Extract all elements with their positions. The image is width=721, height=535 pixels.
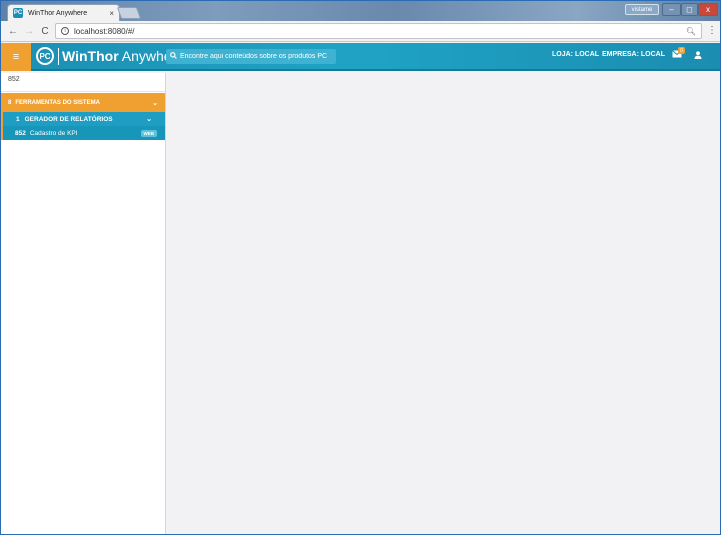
reload-icon[interactable]: C bbox=[39, 25, 51, 37]
menu-subgroup-label: GERADOR DE RELATÓRIOS bbox=[24, 115, 113, 123]
url-text[interactable]: localhost:8080/#/ bbox=[74, 27, 686, 36]
store-selector[interactable]: LOJA: LOCAL bbox=[552, 51, 599, 58]
close-window-button[interactable]: x bbox=[698, 3, 718, 16]
menu-item-cadastro-kpi[interactable]: 852 Cadastro de KPI WEB bbox=[1, 126, 165, 140]
address-bar: ← → C i localhost:8080/#/ 🔍︎ ⋮ bbox=[1, 21, 720, 42]
app-header: ≡ PC WinThor Anywhere LOJA: LOCAL EMPRES… bbox=[1, 43, 720, 71]
info-icon[interactable]: i bbox=[61, 27, 69, 35]
menu-group-ferramentas[interactable]: 8 FERRAMENTAS DO SISTEMA ⌄ bbox=[1, 93, 165, 112]
menu-item-label: Cadastro de KPI bbox=[29, 129, 78, 137]
tab-title: WinThor Anywhere bbox=[28, 9, 88, 17]
zoom-icon[interactable]: 🔍︎ bbox=[686, 27, 696, 36]
menu-subgroup-gerador[interactable]: 1 GERADOR DE RELATÓRIOS ⌄ bbox=[1, 112, 165, 126]
forward-arrow-icon[interactable]: → bbox=[23, 25, 35, 37]
chevron-down-icon: ⌄ bbox=[152, 99, 158, 107]
winthor-favicon-icon: PC bbox=[13, 8, 23, 18]
routine-search-input[interactable]: 852 bbox=[1, 73, 165, 92]
minimize-button[interactable]: – bbox=[662, 3, 681, 16]
browser-menu-icon[interactable]: ⋮ bbox=[707, 25, 717, 36]
menu-group-label: FERRAMENTAS DO SISTEMA bbox=[15, 99, 100, 106]
hamburger-menu-icon[interactable]: ≡ bbox=[1, 43, 31, 71]
browser-tab[interactable]: PC WinThor Anywhere × bbox=[7, 4, 120, 21]
profile-badge[interactable]: vistame bbox=[625, 4, 659, 15]
url-field[interactable]: i localhost:8080/#/ 🔍︎ bbox=[55, 23, 702, 39]
content-search[interactable] bbox=[166, 49, 336, 64]
title-bar: PC WinThor Anywhere × vistame – ◻ x bbox=[1, 1, 720, 21]
company-selector[interactable]: EMPRESA: LOCAL bbox=[602, 51, 665, 58]
menu-subgroup-code: 1 bbox=[16, 115, 20, 123]
chevron-down-icon: ⌄ bbox=[146, 116, 152, 123]
sidebar: 852 8 FERRAMENTAS DO SISTEMA ⌄ 1 GERADOR… bbox=[1, 73, 166, 534]
menu-item-code: 852 bbox=[15, 129, 26, 137]
brand-bold: WinThor bbox=[62, 48, 119, 64]
menu-group-code: 8 bbox=[8, 99, 12, 106]
content-search-input[interactable] bbox=[180, 53, 330, 60]
search-icon bbox=[170, 52, 177, 61]
new-tab-button[interactable] bbox=[116, 7, 142, 19]
pc-logo: PC bbox=[36, 47, 54, 65]
messages-count-badge: 0 bbox=[678, 47, 685, 54]
maximize-button[interactable]: ◻ bbox=[681, 3, 698, 16]
tab-close-icon[interactable]: × bbox=[109, 9, 114, 18]
back-arrow-icon[interactable]: ← bbox=[7, 25, 19, 37]
browser-window: PC WinThor Anywhere × vistame – ◻ x ← → … bbox=[0, 0, 721, 535]
web-badge: WEB bbox=[140, 129, 157, 137]
user-icon[interactable] bbox=[694, 51, 702, 61]
main-content-area bbox=[167, 73, 720, 534]
logo-divider bbox=[58, 48, 59, 65]
